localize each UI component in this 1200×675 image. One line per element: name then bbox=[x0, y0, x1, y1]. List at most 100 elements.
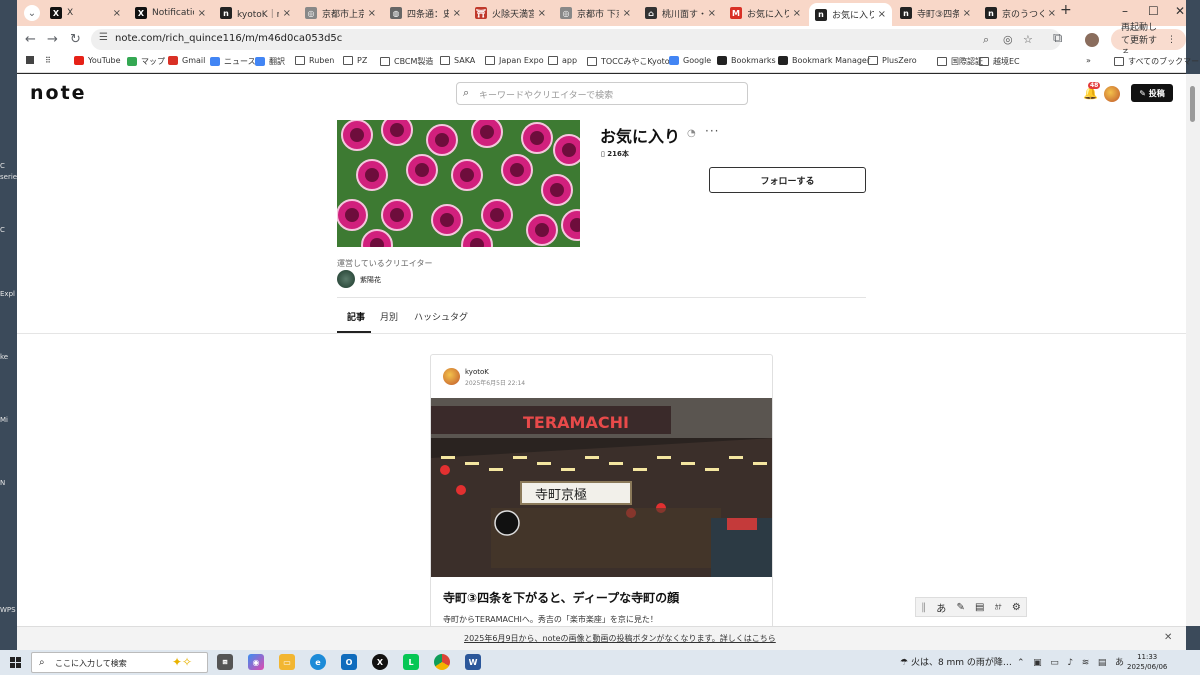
creator-name[interactable]: 紫陽花 bbox=[360, 275, 381, 285]
bookmark-item[interactable]: Gmail bbox=[168, 56, 205, 65]
battery-icon[interactable]: ▭ bbox=[1050, 658, 1059, 668]
ime-dictionary-icon[interactable]: ▤ bbox=[975, 602, 984, 613]
taskbar-search-input[interactable]: ⌕ ここに入力して検索 ✦✧ bbox=[31, 652, 208, 673]
article-title[interactable]: 寺町③四条を下がると、ディープな寺町の顔 bbox=[443, 589, 679, 606]
browser-tab[interactable]: ◍ 四条通：史跡 × bbox=[384, 3, 467, 23]
ime-grip-icon[interactable]: ‖ bbox=[921, 602, 926, 613]
site-info-icon[interactable]: ☰ bbox=[99, 32, 108, 43]
creator-avatar[interactable] bbox=[337, 270, 355, 288]
copilot-icon[interactable]: ◉ bbox=[248, 654, 264, 670]
ime-mode-indicator[interactable]: あ bbox=[1115, 658, 1124, 668]
bookmark-item[interactable]: YouTube bbox=[74, 56, 121, 65]
close-icon[interactable]: ✕ bbox=[1164, 632, 1172, 643]
tab-articles[interactable]: 記事 bbox=[347, 310, 365, 323]
notice-link[interactable]: 2025年6月9日から、noteの画像と動画の投稿ボタンがなくなります。詳しくは… bbox=[464, 633, 776, 644]
close-tab-icon[interactable]: × bbox=[793, 8, 801, 19]
apps-grid-icon[interactable] bbox=[26, 56, 38, 64]
note-logo[interactable]: note bbox=[30, 82, 87, 104]
system-clock[interactable]: 11:33 2025/06/06 bbox=[1127, 652, 1167, 672]
bookmark-item[interactable]: CBCM製造 bbox=[380, 56, 433, 67]
maximize-button[interactable]: ☐ bbox=[1148, 4, 1159, 18]
browser-tab[interactable]: n お気に入り × bbox=[809, 3, 892, 26]
weather-widget[interactable]: ☂ 火は、8 mm の雨が降… bbox=[900, 655, 1012, 668]
wifi-icon[interactable]: ≋ bbox=[1082, 658, 1090, 668]
task-view-icon[interactable]: ⧈ bbox=[217, 654, 233, 670]
scrollbar-thumb[interactable] bbox=[1190, 86, 1195, 122]
extensions-icon[interactable]: ⧉ bbox=[1053, 31, 1062, 46]
network-icon[interactable]: ▤ bbox=[1098, 658, 1107, 668]
browser-tab[interactable]: ◎ 京都市 下京 × bbox=[554, 3, 637, 23]
close-tab-icon[interactable]: × bbox=[538, 8, 546, 19]
file-explorer-icon[interactable]: ▭ bbox=[279, 654, 295, 670]
close-tab-icon[interactable]: × bbox=[198, 8, 206, 19]
browser-tab[interactable]: ◎ 京都市上京区 × bbox=[299, 3, 382, 23]
browser-tab[interactable]: n kyotoK｜note × bbox=[214, 3, 297, 23]
bookmark-item[interactable]: マップ bbox=[127, 56, 165, 67]
close-tab-icon[interactable]: × bbox=[963, 8, 971, 19]
browser-tab[interactable]: M お気に入り × bbox=[724, 3, 807, 23]
all-bookmarks-folder[interactable]: すべてのブックマーク bbox=[1114, 56, 1200, 67]
follow-button[interactable]: フォローする bbox=[709, 167, 866, 193]
tray-chevron-icon[interactable]: ⌃ bbox=[1017, 658, 1025, 668]
bookmark-item[interactable]: Bookmarks bbox=[717, 56, 776, 65]
browser-tab[interactable]: n 京のうつくし × bbox=[979, 3, 1062, 23]
chrome-icon[interactable] bbox=[434, 654, 450, 670]
rss-icon[interactable]: ◔ bbox=[687, 128, 696, 139]
address-bar[interactable]: ☰ note.com/rich_quince116/m/m46d0ca053d5… bbox=[91, 29, 1061, 50]
more-options-icon[interactable]: ··· bbox=[705, 124, 719, 138]
bookmark-item[interactable]: 国際認証 bbox=[937, 56, 983, 67]
eye-off-icon[interactable]: ◎ bbox=[1003, 33, 1013, 46]
author-name[interactable]: kyotoK bbox=[465, 368, 489, 376]
windows-start-icon[interactable] bbox=[10, 657, 21, 668]
article-thumbnail[interactable]: TERAMACHI 寺町京極 bbox=[431, 398, 772, 577]
bookmark-item[interactable]: app bbox=[548, 56, 577, 65]
close-tab-icon[interactable]: × bbox=[623, 8, 631, 19]
ime-hiragana-button[interactable]: あ bbox=[936, 600, 946, 615]
zoom-icon[interactable]: ⌕ bbox=[983, 33, 989, 47]
bookmarks-more-icon[interactable]: » bbox=[1086, 56, 1091, 65]
browser-tab[interactable]: ⌂ 桃川面す・阿 × bbox=[639, 3, 722, 23]
word-icon[interactable]: W bbox=[465, 654, 481, 670]
browser-tab[interactable]: X Notifications × bbox=[129, 3, 212, 23]
post-button[interactable]: ✎ 投稿 bbox=[1131, 84, 1173, 102]
search-input[interactable]: ⌕ キーワードやクリエイターで検索 bbox=[456, 82, 748, 105]
back-arrow-icon[interactable]: ← bbox=[25, 32, 36, 47]
bookmark-item[interactable]: ニュース bbox=[210, 56, 256, 67]
x-app-icon[interactable]: X bbox=[372, 654, 388, 670]
page-scrollbar[interactable] bbox=[1186, 74, 1200, 626]
bookmark-item[interactable]: SAKA bbox=[440, 56, 475, 65]
volume-icon[interactable]: ♪ bbox=[1067, 658, 1073, 668]
close-tab-icon[interactable]: × bbox=[1048, 8, 1056, 19]
tab-search-icon[interactable]: ⌄ bbox=[24, 5, 40, 21]
bookmark-item[interactable]: TOCCみやこKyoto bbox=[587, 56, 670, 67]
close-tab-icon[interactable]: × bbox=[878, 9, 886, 20]
apps-icon[interactable]: ⠿ bbox=[45, 56, 51, 65]
bookmark-item[interactable]: Google bbox=[669, 56, 711, 65]
profile-avatar[interactable] bbox=[1085, 33, 1099, 47]
close-tab-icon[interactable]: × bbox=[708, 8, 716, 19]
bookmark-item[interactable]: 越境EC bbox=[979, 56, 1020, 67]
outlook-icon[interactable]: O bbox=[341, 654, 357, 670]
tray-app-icon[interactable]: ▣ bbox=[1033, 658, 1042, 668]
close-tab-icon[interactable]: × bbox=[368, 8, 376, 19]
ime-settings-icon[interactable]: ⚙ bbox=[1012, 602, 1021, 613]
line-icon[interactable]: L bbox=[403, 654, 419, 670]
article-card[interactable]: kyotoK 2025年6月5日 22:14 TERAMACHI 寺町京極 寺町… bbox=[430, 354, 773, 626]
tab-hashtags[interactable]: ハッシュタグ bbox=[414, 310, 468, 323]
bookmark-item[interactable]: 翻訳 bbox=[255, 56, 285, 67]
star-icon[interactable]: ☆ bbox=[1023, 33, 1033, 46]
browser-tab[interactable]: ⛩ 火除天満宮 × bbox=[469, 3, 552, 23]
close-tab-icon[interactable]: × bbox=[113, 8, 121, 19]
ime-kana-off-button[interactable]: ｶﾅ bbox=[995, 602, 1002, 612]
user-avatar[interactable] bbox=[1104, 86, 1120, 102]
edge-icon[interactable]: e bbox=[310, 654, 326, 670]
close-window-button[interactable]: ✕ bbox=[1175, 4, 1185, 18]
ime-handwrite-icon[interactable]: ✎ bbox=[956, 602, 964, 613]
browser-tab[interactable]: X X × bbox=[44, 3, 127, 23]
reload-icon[interactable]: ↻ bbox=[70, 32, 81, 47]
close-tab-icon[interactable]: × bbox=[453, 8, 461, 19]
forward-arrow-icon[interactable]: → bbox=[47, 32, 58, 47]
browser-tab[interactable]: n 寺町③四条 × bbox=[894, 3, 977, 23]
bookmark-item[interactable]: Japan Expo bbox=[485, 56, 544, 65]
author-avatar[interactable] bbox=[443, 368, 460, 385]
